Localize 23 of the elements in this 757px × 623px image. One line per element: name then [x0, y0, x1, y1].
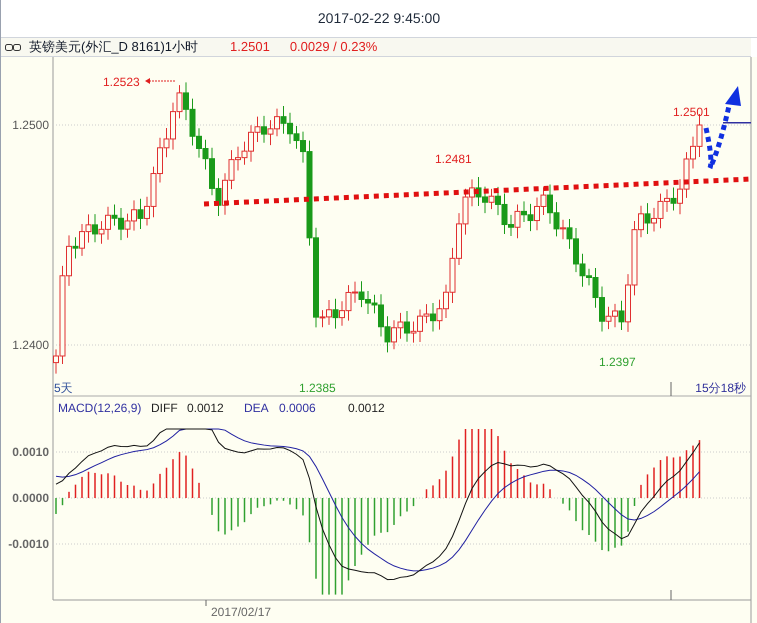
high-price-label: 1.2481	[435, 152, 472, 166]
dea-label: DEA	[244, 401, 269, 415]
high-price-label: 1.2523	[103, 75, 140, 89]
last-price: 1.2501	[230, 38, 270, 56]
price-change: 0.0029 / 0.23%	[290, 38, 378, 56]
price-axis-label: 1.2400	[12, 338, 49, 352]
dea-value: 0.0006	[279, 401, 316, 415]
chart-datetime: 2017-02-22 9:45:00	[318, 9, 440, 28]
period-label: 5天	[54, 381, 73, 395]
instrument-name: 英镑美元(外汇_D 8161)1小时	[29, 38, 198, 56]
diff-value: 0.0012	[187, 401, 224, 415]
date-axis-label: 2017/02/17	[211, 605, 272, 619]
high-price-label: 1.2501	[673, 105, 710, 119]
low-price-label: 1.2385	[299, 381, 336, 395]
macd-axis-label: 0.0010	[12, 445, 49, 459]
macd-title: MACD(12,26,9)	[58, 401, 142, 415]
macd-axis-label: 0.0000	[12, 491, 49, 505]
low-price-label: 1.2397	[599, 355, 636, 369]
diff-label: DIFF	[151, 401, 178, 415]
price-axis-label: 1.2500	[12, 118, 49, 132]
countdown-timer: 15分18秒	[695, 381, 746, 395]
macd-axis-label: -0.0010	[8, 537, 49, 551]
macd-value: 0.0012	[348, 401, 385, 415]
